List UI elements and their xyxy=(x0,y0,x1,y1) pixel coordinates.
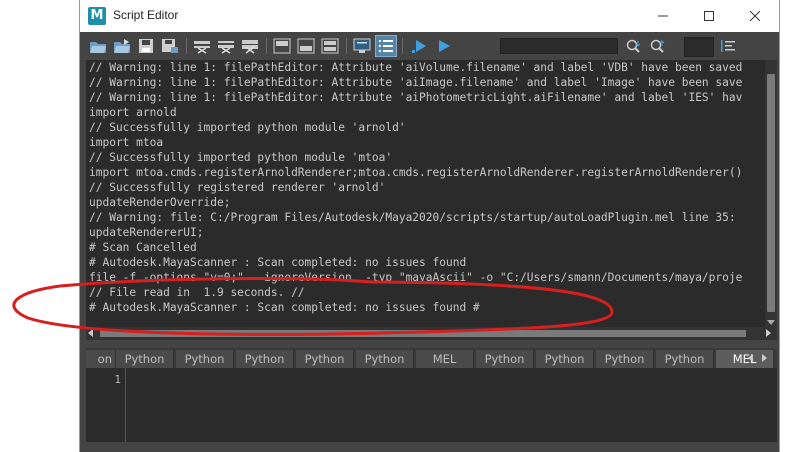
scroll-left-arrow-icon[interactable] xyxy=(88,329,93,337)
minimize-icon xyxy=(658,15,668,17)
open-script-button[interactable] xyxy=(88,36,108,56)
search-down-icon xyxy=(626,39,641,53)
line-number-gutter: 1 xyxy=(86,368,126,442)
history-line: // Successfully imported python module '… xyxy=(89,151,393,164)
clear-input-icon xyxy=(218,41,234,54)
script-tab-python[interactable]: Python xyxy=(116,350,174,368)
history-line: # Autodesk.MayaScanner : Scan completed:… xyxy=(89,256,467,269)
clear-all-icon xyxy=(242,40,258,54)
script-tab-python[interactable]: Python xyxy=(656,350,714,368)
close-button[interactable] xyxy=(732,0,778,32)
goto-line-button[interactable] xyxy=(718,36,738,56)
script-tab-python[interactable]: Python xyxy=(236,350,294,368)
scrollbar-thumb[interactable] xyxy=(100,330,746,337)
save-script-to-shelf-button[interactable] xyxy=(160,36,180,56)
open-script-icon xyxy=(90,42,106,53)
history-line: // Warning: file: C:/Program Files/Autod… xyxy=(89,211,736,224)
show-input-button[interactable] xyxy=(296,36,316,56)
execute-icon xyxy=(439,40,450,52)
history-horizontal-scrollbar[interactable] xyxy=(86,327,777,340)
show-both-icon xyxy=(321,38,339,54)
search-up-icon xyxy=(650,39,665,53)
clear-history-icon xyxy=(194,41,210,54)
script-editor-window: M Script Editor // Warning: line 1: file… xyxy=(80,0,779,452)
chevron-left-icon xyxy=(748,354,753,362)
history-line: // Warning: line 1: filePathEditor: Attr… xyxy=(89,91,743,104)
scroll-right-arrow-icon[interactable] xyxy=(766,329,771,337)
window-title: Script Editor xyxy=(113,8,179,22)
script-tab-python[interactable]: Python xyxy=(536,350,594,368)
save-script-button[interactable] xyxy=(136,36,156,56)
history-line: // Warning: line 1: filePathEditor: Attr… xyxy=(89,61,743,74)
toolbar-separator xyxy=(266,38,267,54)
show-line-numbers-button[interactable] xyxy=(375,35,397,57)
history-line: # Scan Cancelled xyxy=(89,241,197,254)
execute-all-button[interactable] xyxy=(410,36,430,56)
history-line: import mtoa xyxy=(89,136,164,149)
chevron-right-icon xyxy=(762,354,767,362)
history-line: // Warning: line 1: filePathEditor: Attr… xyxy=(89,76,743,89)
maximize-icon xyxy=(704,11,714,21)
history-vertical-scrollbar[interactable] xyxy=(765,60,777,327)
save-script-to-shelf-icon xyxy=(162,39,178,53)
title-bar: M Script Editor xyxy=(80,0,779,32)
toolbar-separator xyxy=(186,38,187,54)
scrollbar-thumb[interactable] xyxy=(767,74,775,312)
execute-all-icon xyxy=(412,40,426,53)
toolbar xyxy=(80,32,779,60)
script-tab-python[interactable]: Python xyxy=(176,350,234,368)
scroll-down-arrow-icon[interactable] xyxy=(767,320,775,325)
show-history-icon xyxy=(273,38,291,54)
script-input-editor[interactable]: 1 xyxy=(86,368,777,442)
script-tab-python[interactable]: Python xyxy=(296,350,354,368)
echo-all-commands-button[interactable] xyxy=(352,36,372,56)
echo-all-commands-icon xyxy=(353,38,371,53)
script-tab-python[interactable]: Python xyxy=(596,350,654,368)
search-up-button[interactable] xyxy=(648,36,668,56)
history-line: // Successfully imported python module '… xyxy=(89,121,406,134)
script-tab-bar: on Python Python Python Python Python MEL Pytho… xyxy=(86,348,777,368)
history-output-panel[interactable]: // Warning: line 1: filePathEditor: Attr… xyxy=(86,60,768,327)
line-number-field[interactable] xyxy=(684,37,714,57)
history-line: updateRenderOverride; xyxy=(89,196,231,209)
search-down-button[interactable] xyxy=(624,36,644,56)
tab-scroll-left-button[interactable] xyxy=(746,350,756,366)
history-line: import arnold xyxy=(89,106,177,119)
show-both-button[interactable] xyxy=(320,36,340,56)
history-line: # Autodesk.MayaScanner : Scan completed:… xyxy=(89,301,480,314)
source-script-button[interactable] xyxy=(112,36,132,56)
close-icon xyxy=(750,11,760,21)
script-tab-python[interactable]: Python xyxy=(476,350,534,368)
save-script-icon xyxy=(139,39,153,53)
toolbar-separator xyxy=(402,38,403,54)
tab-scroll-right-button[interactable] xyxy=(760,350,770,366)
show-input-icon xyxy=(297,38,315,54)
panel-divider[interactable] xyxy=(80,340,779,348)
clear-input-button[interactable] xyxy=(216,36,236,56)
history-line: updateRendererUI; xyxy=(89,226,204,239)
script-tab-mel[interactable]: MEL xyxy=(416,350,474,368)
show-history-button[interactable] xyxy=(272,36,292,56)
maximize-button[interactable] xyxy=(686,0,732,32)
execute-button[interactable] xyxy=(434,36,454,56)
clear-history-button[interactable] xyxy=(192,36,212,56)
toolbar-separator xyxy=(346,38,347,54)
show-line-numbers-icon xyxy=(379,40,393,52)
goto-line-icon xyxy=(721,40,735,52)
line-number: 1 xyxy=(114,373,121,386)
clear-all-button[interactable] xyxy=(240,36,260,56)
history-line: import mtoa.cmds.registerArnoldRenderer;… xyxy=(89,166,743,179)
search-input[interactable] xyxy=(500,38,618,54)
history-line: // File read in 1.9 seconds. // xyxy=(89,286,305,299)
maya-app-icon: M xyxy=(88,7,106,25)
script-tab-python[interactable]: Python xyxy=(356,350,414,368)
history-line: file -f -options "v=0;" -ignoreVersion -… xyxy=(89,271,743,284)
script-tab-on[interactable]: on xyxy=(86,350,116,368)
history-line: // Successfully registered renderer 'arn… xyxy=(89,181,386,194)
minimize-button[interactable] xyxy=(640,0,686,32)
history-output-text: // Warning: line 1: filePathEditor: Attr… xyxy=(86,60,768,315)
source-script-icon xyxy=(114,39,130,53)
